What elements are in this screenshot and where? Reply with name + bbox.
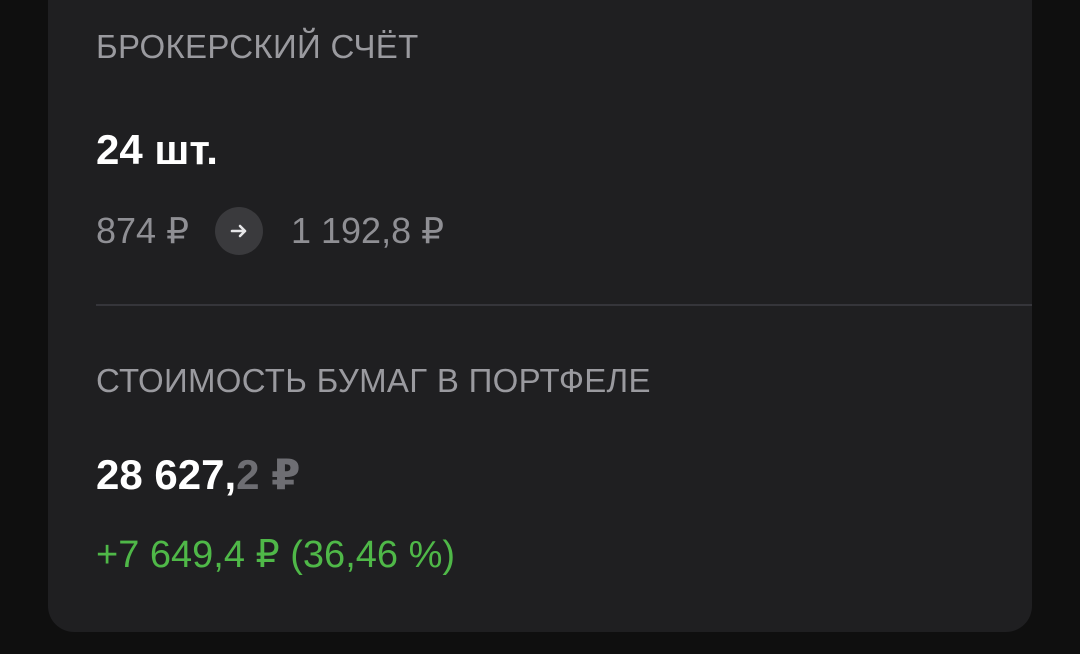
price-from: 874 ₽: [96, 210, 189, 251]
portfolio-value-fraction: 2 ₽: [236, 451, 301, 498]
price-to: 1 192,8 ₽: [290, 210, 445, 251]
portfolio-title: СТОИМОСТЬ БУМАГ В ПОРТФЕЛЕ: [96, 362, 651, 399]
account-title: БРОКЕРСКИЙ СЧЁТ: [96, 28, 419, 65]
price-change-row: 874 ₽ 1 192,8 ₽: [96, 206, 444, 256]
portfolio-change: +7 649,4 ₽ (36,46 %): [96, 534, 456, 576]
quantity-value: 24 шт.: [96, 126, 218, 173]
portfolio-value-main: 28 627,: [96, 451, 237, 498]
arrow-right-icon: [214, 207, 263, 255]
portfolio-value: 28 627,2 ₽: [96, 450, 300, 499]
section-divider: [96, 304, 1032, 306]
